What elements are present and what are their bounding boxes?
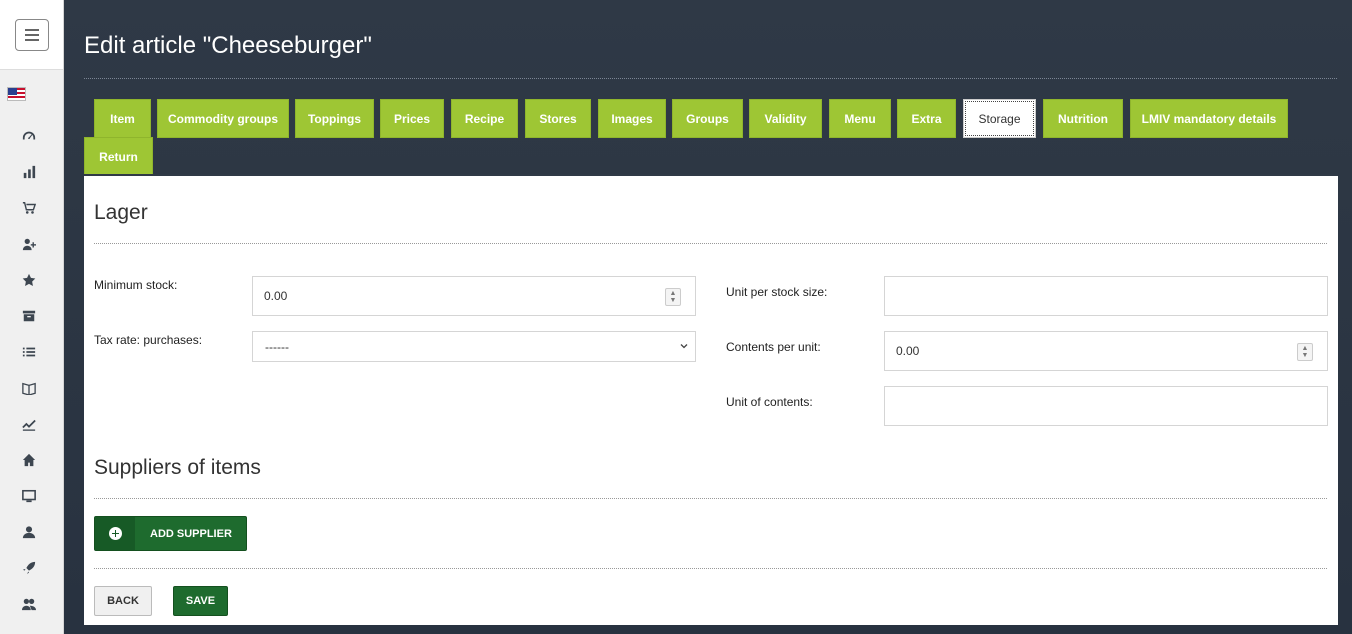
tab-item[interactable]: Item — [94, 99, 151, 138]
hamburger-line — [24, 28, 39, 31]
tab-images[interactable]: Images — [598, 99, 666, 138]
tax-rate-selected-value: ------ — [265, 339, 289, 354]
cart-icon[interactable] — [20, 199, 38, 217]
chevron-down-icon — [680, 344, 688, 349]
save-button[interactable]: SAVE — [173, 586, 228, 616]
unit-of-contents-label: Unit of contents: — [726, 395, 813, 409]
tax-rate-purchases-select[interactable]: ------ — [252, 331, 696, 362]
tab-stores[interactable]: Stores — [525, 99, 591, 138]
tab-menu[interactable]: Menu — [829, 99, 891, 138]
sidebar — [0, 0, 64, 634]
storage-panel: Lager Minimum stock: 0.00 ▲ ▼ Tax rate: p… — [84, 176, 1338, 625]
add-user-icon[interactable] — [20, 235, 38, 253]
minimum-stock-label: Minimum stock: — [94, 278, 178, 292]
contents-per-unit-label: Contents per unit: — [726, 340, 821, 354]
home-icon[interactable] — [20, 451, 38, 469]
plus-circle-icon — [108, 527, 122, 540]
trend-icon[interactable] — [20, 415, 38, 433]
storage-section-title: Lager — [94, 201, 148, 224]
back-button[interactable]: BACK — [94, 586, 152, 616]
rocket-icon[interactable] — [20, 559, 38, 577]
star-icon[interactable] — [20, 271, 38, 289]
suppliers-section-title: Suppliers of items — [94, 456, 261, 479]
users-icon[interactable] — [20, 595, 38, 613]
sidebar-header — [0, 0, 63, 70]
title-divider — [84, 78, 1337, 79]
dashboard-icon[interactable] — [20, 127, 38, 145]
tab-groups[interactable]: Groups — [672, 99, 743, 138]
flag-canton — [8, 88, 17, 95]
tab-extra[interactable]: Extra — [897, 99, 956, 138]
section-divider — [94, 568, 1327, 569]
tab-recipe[interactable]: Recipe — [451, 99, 518, 138]
list-icon[interactable] — [20, 343, 38, 361]
hamburger-line — [24, 38, 39, 41]
section-divider — [94, 498, 1327, 499]
main-content: Edit article "Cheeseburger" Item Commodi… — [64, 0, 1352, 634]
hamburger-line — [24, 33, 39, 36]
page-title: Edit article "Cheeseburger" — [84, 32, 372, 59]
bar-chart-icon[interactable] — [20, 163, 38, 181]
book-icon[interactable] — [20, 379, 38, 397]
unit-per-stock-size-input[interactable] — [884, 276, 1328, 316]
tab-validity[interactable]: Validity — [749, 99, 822, 138]
plus-icon-wrap — [95, 517, 135, 550]
minimum-stock-input[interactable]: 0.00 ▲ ▼ — [252, 276, 696, 316]
contents-per-unit-spinner[interactable]: ▲ ▼ — [1297, 343, 1313, 361]
tab-nutrition[interactable]: Nutrition — [1043, 99, 1123, 138]
unit-of-contents-input[interactable] — [884, 386, 1328, 426]
monitor-icon[interactable] — [20, 487, 38, 505]
hamburger-menu-button[interactable] — [14, 18, 49, 51]
tab-return[interactable]: Return — [84, 137, 153, 176]
tab-toppings[interactable]: Toppings — [295, 99, 374, 138]
unit-per-stock-size-label: Unit per stock size: — [726, 285, 828, 299]
tab-lmiv-mandatory-details[interactable]: LMIV mandatory details — [1130, 99, 1288, 138]
minimum-stock-value: 0.00 — [264, 289, 288, 303]
tab-storage[interactable]: Storage — [963, 99, 1036, 138]
tax-rate-purchases-label: Tax rate: purchases: — [94, 333, 203, 347]
contents-per-unit-input[interactable]: 0.00 ▲ ▼ — [884, 331, 1328, 371]
archive-icon[interactable] — [20, 307, 38, 325]
add-supplier-label: ADD SUPPLIER — [150, 527, 232, 540]
minimum-stock-spinner[interactable]: ▲ ▼ — [665, 288, 681, 306]
user-icon[interactable] — [20, 523, 38, 541]
contents-per-unit-value: 0.00 — [896, 344, 920, 358]
add-supplier-button[interactable]: ADD SUPPLIER — [94, 516, 247, 551]
tab-commodity-groups[interactable]: Commodity groups — [157, 99, 289, 138]
section-divider — [94, 243, 1327, 244]
us-flag-icon[interactable] — [7, 87, 26, 101]
tab-prices[interactable]: Prices — [380, 99, 444, 138]
